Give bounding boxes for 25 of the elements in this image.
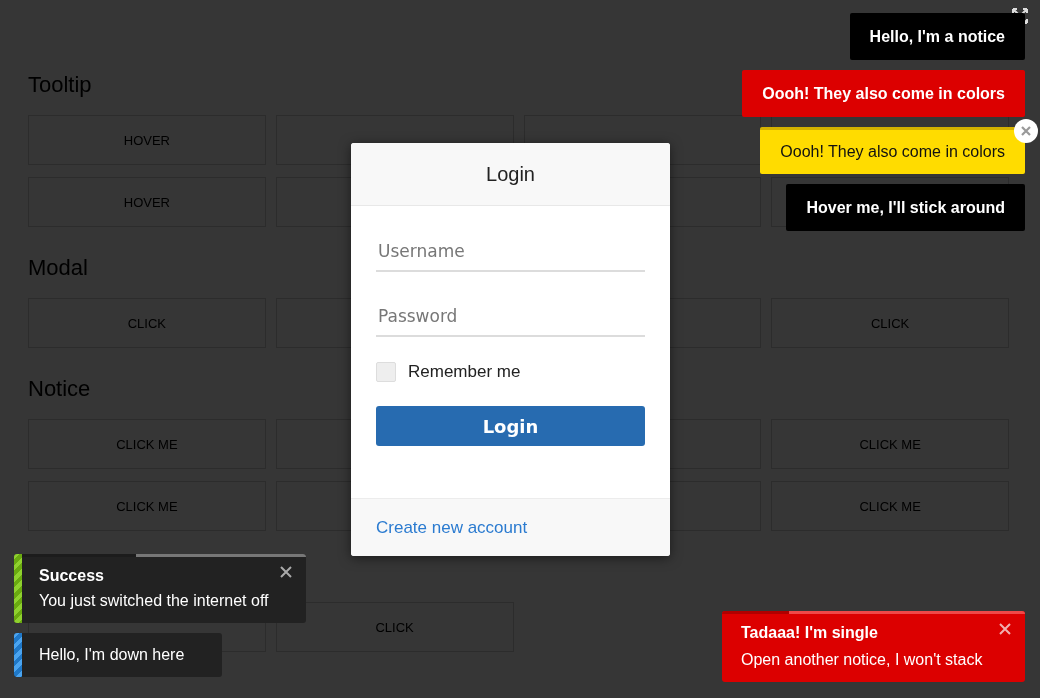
notice-text: Hello, I'm a notice — [869, 27, 1005, 46]
notice-text: You just switched the internet off — [39, 592, 269, 610]
notice-title: Success — [39, 567, 105, 585]
notice-text: Hover me, I'll stick around — [806, 198, 1005, 217]
notice-toast[interactable]: Tadaaa! I'm single Open another notice, I won't stack — [722, 611, 1025, 682]
notice-text: Oooh! They also come in colors — [762, 84, 1005, 103]
login-button[interactable]: Login — [376, 406, 645, 446]
notice-text: Hello, I'm down here — [39, 646, 185, 664]
notice-toast[interactable]: Hello, I'm a notice — [849, 13, 1025, 60]
status-stripe — [14, 633, 22, 677]
notice-toast[interactable]: Success You just switched the internet off — [14, 554, 307, 623]
notice-text: Oooh! They also come in colors — [780, 143, 1005, 161]
checkbox[interactable] — [376, 362, 396, 382]
close-icon[interactable] — [280, 566, 293, 578]
close-icon[interactable] — [1014, 119, 1038, 143]
notice-toast[interactable]: Hello, I'm down here — [14, 633, 223, 677]
notice-toast[interactable]: Oooh! They also come in colors — [760, 127, 1025, 174]
notice-title: Tadaaa! I'm single — [741, 624, 879, 642]
checkbox-label: Remember me — [408, 362, 521, 382]
create-account-link[interactable]: Create new account — [376, 517, 528, 538]
notice-text: Open another notice, I won't stack — [741, 651, 983, 669]
notice-toast[interactable]: Oooh! They also come in colors — [742, 70, 1025, 117]
dialog-title: Login — [486, 162, 535, 186]
notice-toast[interactable]: Hover me, I'll stick around — [786, 184, 1025, 231]
status-stripe — [14, 554, 22, 623]
